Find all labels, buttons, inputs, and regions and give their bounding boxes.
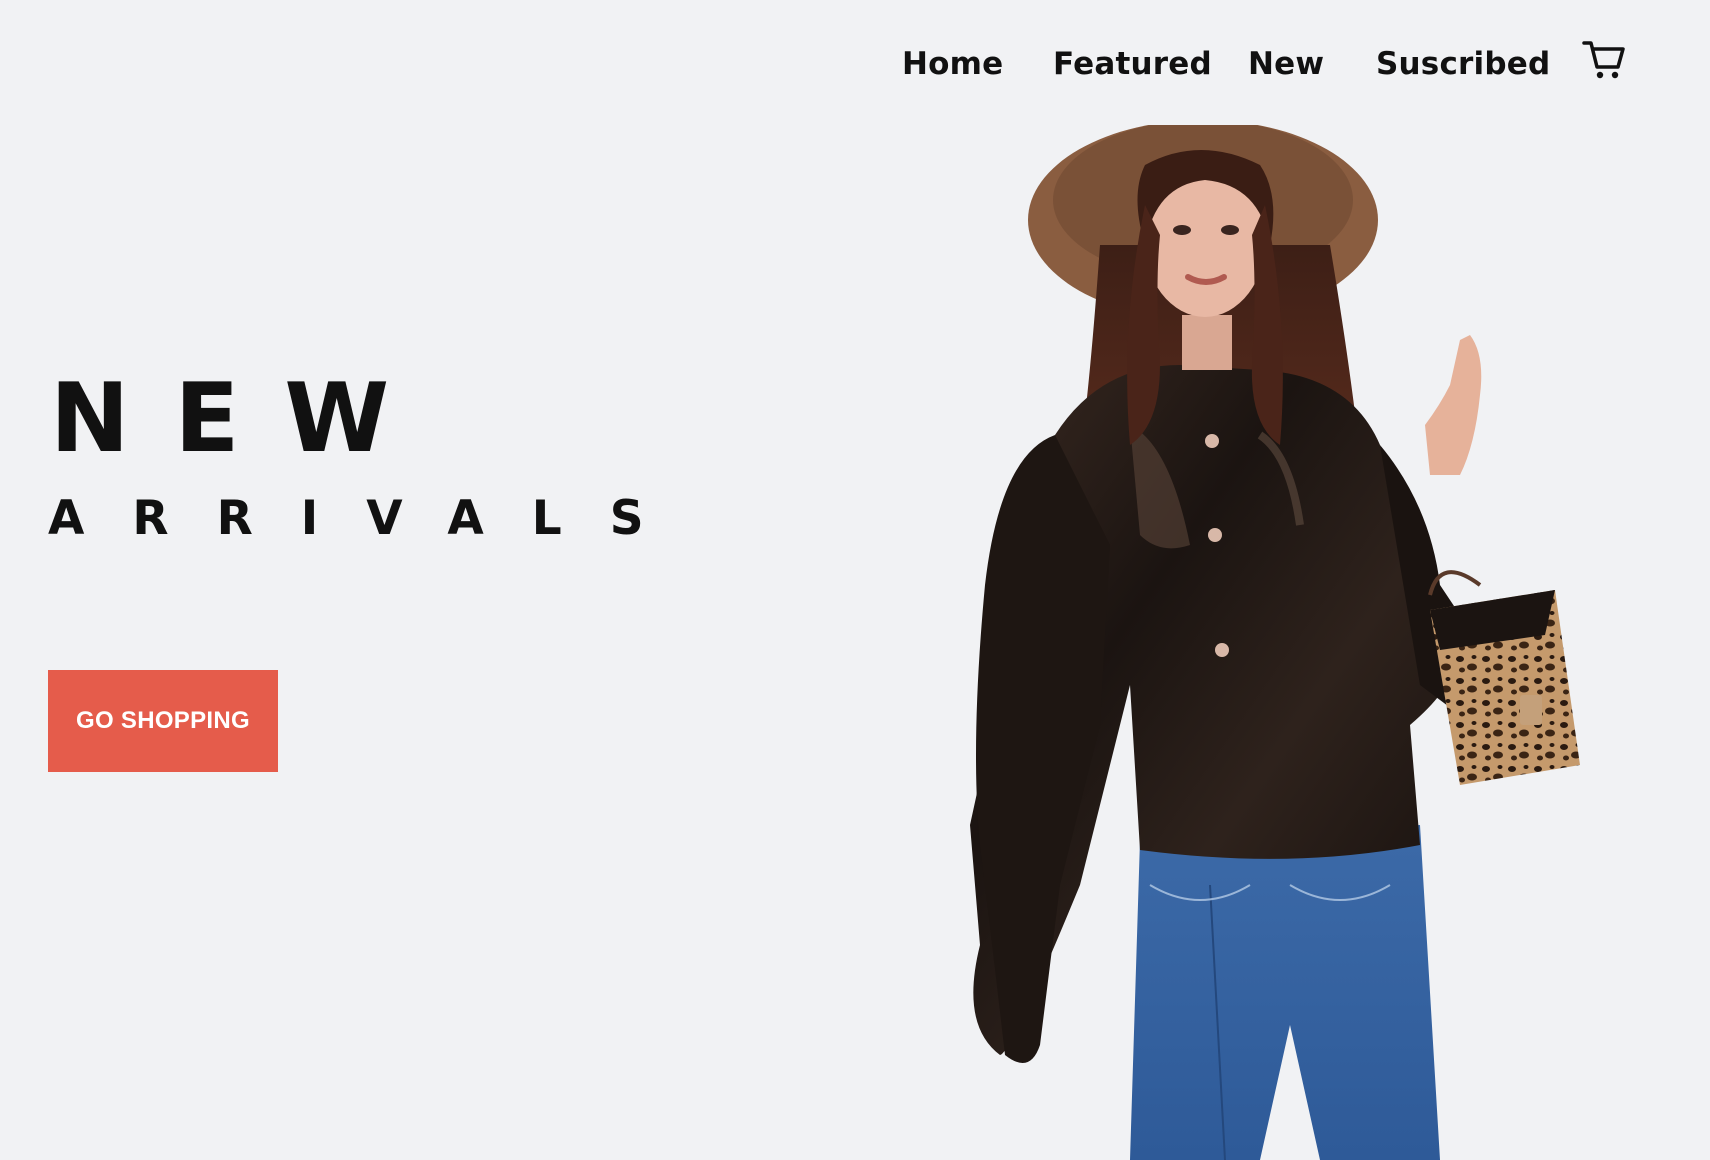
nav-link-suscribed[interactable]: Suscribed	[1376, 46, 1550, 82]
nav-link-new[interactable]: New	[1248, 46, 1324, 82]
nav-link-featured[interactable]: Featured	[1053, 46, 1212, 82]
landing-page: Home Featured New Suscribed NEW ARRIVALS…	[0, 0, 1710, 1160]
hero-headline-arrivals: ARRIVALS	[48, 491, 692, 546]
nav-link-home[interactable]: Home	[902, 46, 1003, 82]
model-photo	[970, 125, 1580, 1160]
top-nav: Home Featured New Suscribed	[0, 38, 1710, 94]
cart-icon[interactable]	[1582, 38, 1626, 82]
hero-headline-new: NEW	[50, 364, 435, 474]
go-shopping-button[interactable]: GO SHOPPING	[48, 670, 278, 772]
